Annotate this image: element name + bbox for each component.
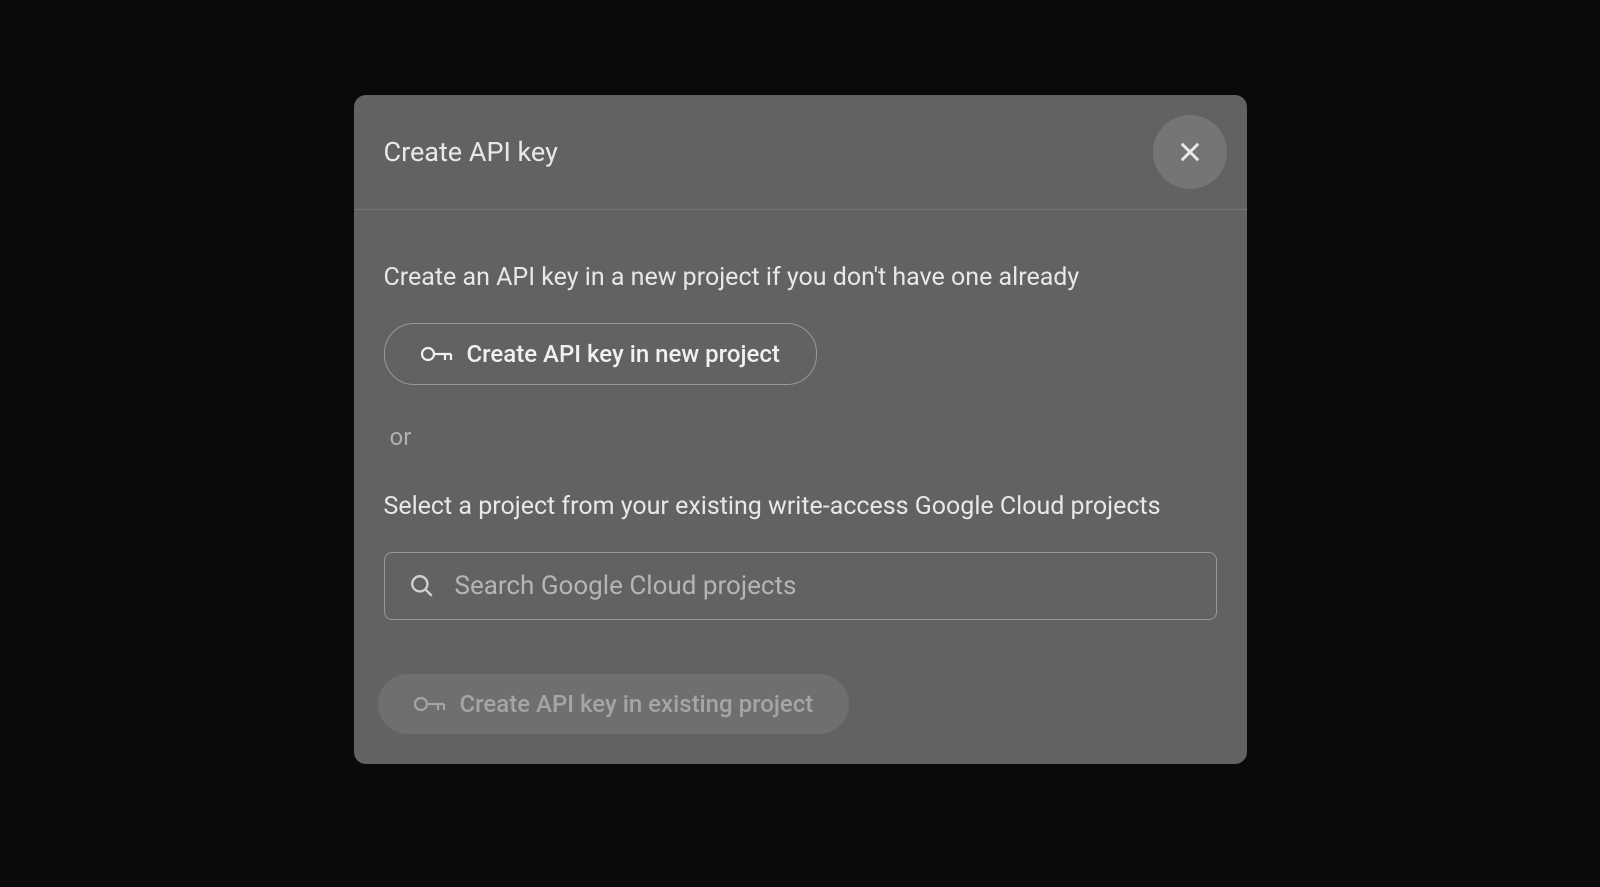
create-existing-project-label: Create API key in existing project xyxy=(460,690,814,718)
existing-project-prompt: Select a project from your existing writ… xyxy=(384,489,1217,524)
footer-actions: Create API key in existing project xyxy=(378,674,1217,734)
key-icon xyxy=(414,694,446,714)
create-existing-project-button[interactable]: Create API key in existing project xyxy=(378,674,850,734)
search-icon xyxy=(409,573,435,599)
dialog-body: Create an API key in a new project if yo… xyxy=(354,210,1247,764)
close-icon xyxy=(1176,138,1204,166)
close-button[interactable] xyxy=(1153,115,1227,189)
create-api-key-dialog: Create API key Create an API key in a ne… xyxy=(354,95,1247,764)
search-field[interactable] xyxy=(384,552,1217,620)
create-new-project-button[interactable]: Create API key in new project xyxy=(384,323,817,385)
dialog-title: Create API key xyxy=(384,136,558,168)
dialog-header: Create API key xyxy=(354,95,1247,210)
key-icon xyxy=(421,344,453,364)
new-project-prompt: Create an API key in a new project if yo… xyxy=(384,260,1217,295)
or-separator: or xyxy=(390,423,1217,451)
search-projects-input[interactable] xyxy=(455,571,1192,601)
create-new-project-label: Create API key in new project xyxy=(467,340,780,368)
